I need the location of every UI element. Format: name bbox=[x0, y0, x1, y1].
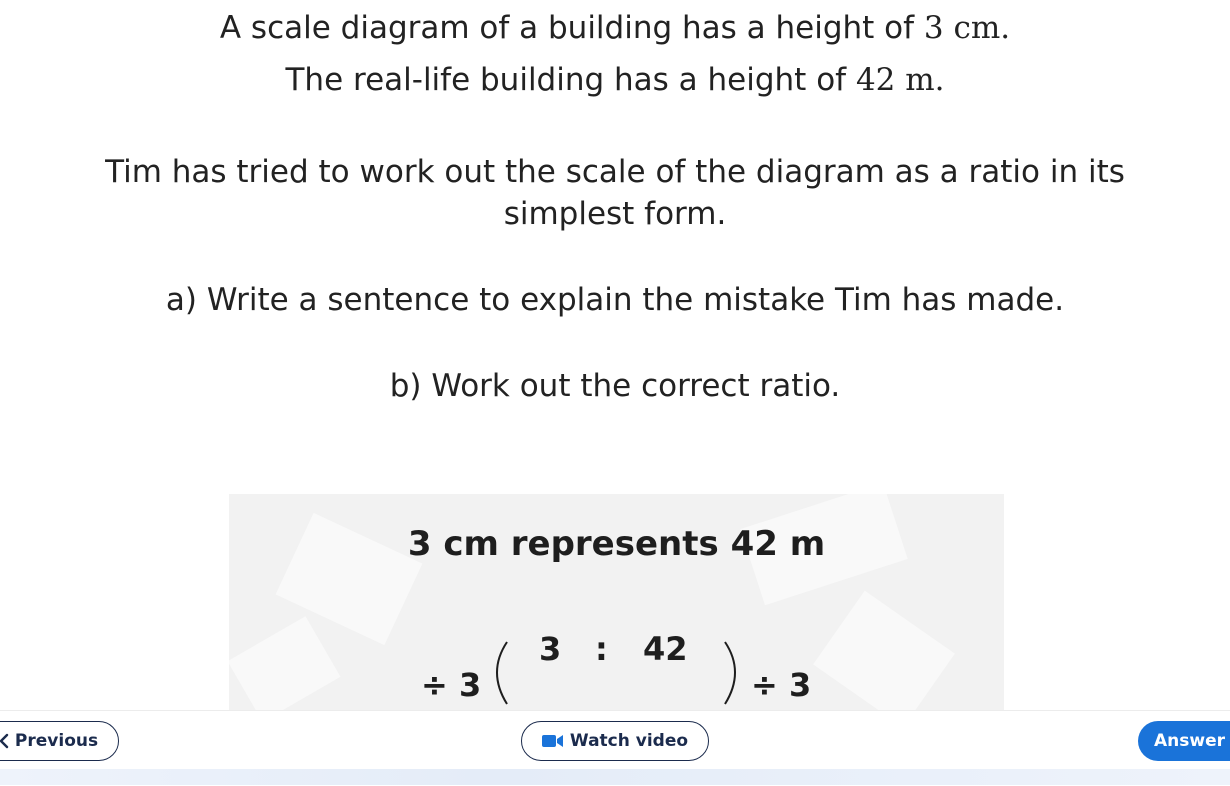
left-divide-label: ÷ 3 bbox=[421, 666, 482, 704]
diagram-height-value: 3 cm. bbox=[923, 10, 1011, 46]
watch-video-label: Watch video bbox=[569, 731, 689, 751]
previous-button-label: Previous bbox=[14, 731, 99, 751]
background-facet bbox=[813, 590, 955, 710]
right-divide-label: ÷ 3 bbox=[751, 666, 812, 704]
chevron-left-icon bbox=[0, 733, 9, 749]
question-line-2: The real-life building has a height of 4… bbox=[0, 60, 1230, 100]
background-facet bbox=[229, 616, 341, 710]
question-part-a: a) Write a sentence to explain the mista… bbox=[165, 282, 1065, 318]
worked-heading: 3 cm represents 42 m bbox=[407, 524, 826, 564]
question-line-3: Tim has tried to work out the scale of t… bbox=[105, 154, 1125, 190]
building-height-value: 42 m. bbox=[855, 62, 945, 98]
question-line-2-text: The real-life building has a height of bbox=[285, 62, 856, 98]
answer-button-label: Answer bbox=[1154, 731, 1225, 751]
question-line-4: simplest form. bbox=[503, 196, 727, 232]
question-part-b: b) Work out the correct ratio. bbox=[389, 368, 841, 404]
question-line-1: A scale diagram of a building has a heig… bbox=[0, 8, 1230, 48]
worked-solution-panel: 3 cm represents 42 m ÷ 3 3 : 42 ÷ 3 bbox=[229, 494, 1004, 710]
watch-video-button[interactable]: Watch video bbox=[521, 721, 709, 761]
ratio-left-value: 3 bbox=[539, 630, 562, 668]
question-line-1-text: A scale diagram of a building has a heig… bbox=[219, 10, 924, 46]
right-arrow-arc bbox=[724, 641, 736, 705]
video-camera-icon bbox=[541, 734, 564, 748]
left-arrow-arc bbox=[496, 641, 508, 705]
bottom-decorative-strip bbox=[0, 769, 1230, 785]
ratio-right-value: 42 bbox=[643, 630, 688, 668]
previous-button[interactable]: Previous bbox=[0, 721, 119, 761]
ratio-colon: : bbox=[595, 630, 608, 668]
answer-button[interactable]: Answer bbox=[1138, 721, 1230, 761]
